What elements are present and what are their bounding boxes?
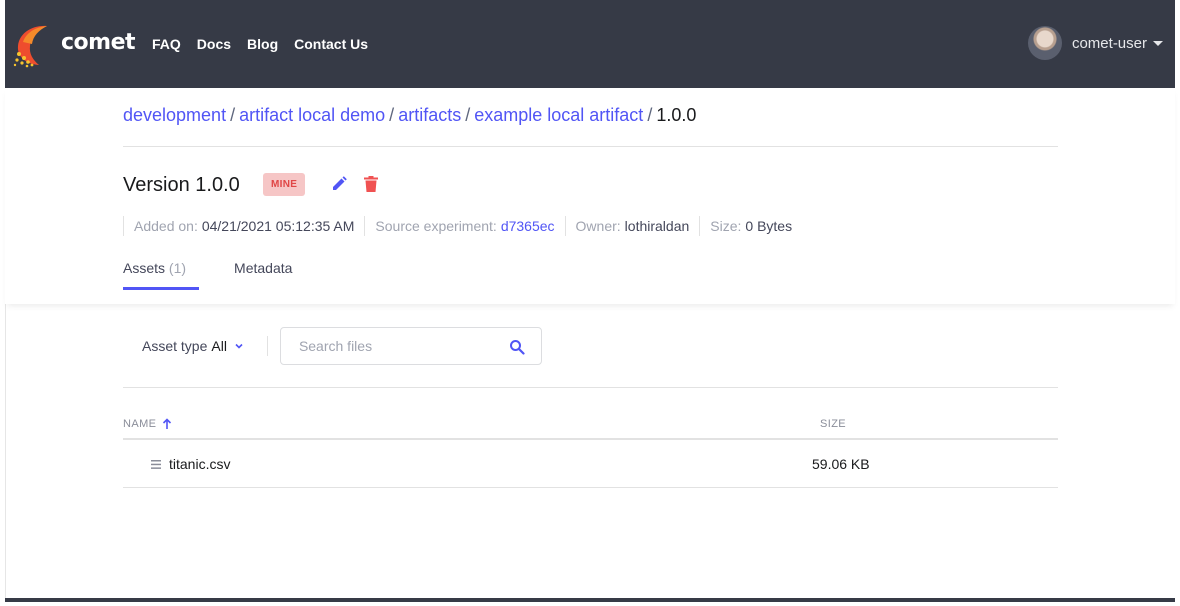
nav-link-blog[interactable]: Blog xyxy=(247,36,278,52)
artifact-meta: Added on: 04/21/2021 05:12:35 AM Source … xyxy=(123,216,802,236)
top-navbar: comet FAQ Docs Blog Contact Us comet-use… xyxy=(5,0,1175,88)
list-icon xyxy=(151,460,161,469)
caret-down-icon xyxy=(1153,40,1163,46)
nav-link-docs[interactable]: Docs xyxy=(197,36,231,52)
file-size: 59.06 KB xyxy=(812,456,870,472)
search-box xyxy=(279,327,542,365)
search-input[interactable] xyxy=(298,338,499,354)
meta-label: Source experiment: xyxy=(375,218,497,234)
asset-type-value: All xyxy=(211,338,227,354)
asset-filters: Asset type All xyxy=(118,327,542,365)
tab-assets[interactable]: Assets (1) xyxy=(123,260,200,290)
meta-value: 04/21/2021 05:12:35 AM xyxy=(201,218,355,234)
column-header-name[interactable]: NAME xyxy=(123,418,172,430)
user-menu[interactable]: comet-user xyxy=(1027,26,1163,60)
divider xyxy=(123,387,1058,388)
nav-link-faq[interactable]: FAQ xyxy=(152,36,181,52)
nav-link-contact[interactable]: Contact Us xyxy=(294,36,368,52)
mine-badge: MINE xyxy=(263,173,306,196)
avatar xyxy=(1027,26,1062,60)
artifact-header: development / artifact local demo / artifact… xyxy=(5,88,1175,304)
comet-logo-icon[interactable] xyxy=(13,22,53,68)
column-header-label: NAME xyxy=(123,418,157,430)
breadcrumb-project[interactable]: artifact local demo xyxy=(239,105,385,125)
user-name: comet-user xyxy=(1071,34,1147,52)
chevron-down-icon xyxy=(235,343,243,349)
breadcrumb-separator: / xyxy=(647,105,653,125)
arrow-up-icon xyxy=(163,418,172,429)
breadcrumb-separator: / xyxy=(230,105,236,125)
divider xyxy=(266,336,268,356)
bottom-bar xyxy=(5,598,1175,602)
tab-label: Metadata xyxy=(234,260,293,276)
file-name: titanic.csv xyxy=(169,456,231,472)
meta-label: Size: xyxy=(710,218,742,234)
brand-name[interactable]: comet xyxy=(61,30,136,55)
search-icon[interactable] xyxy=(509,339,525,355)
breadcrumb-workspace[interactable]: development xyxy=(123,105,226,125)
tab-label: Assets xyxy=(123,260,166,276)
breadcrumb-separator: / xyxy=(465,105,471,125)
breadcrumb-artifact[interactable]: example local artifact xyxy=(474,105,643,125)
asset-type-label: Asset type xyxy=(142,338,208,354)
breadcrumb-separator: / xyxy=(389,105,395,125)
asset-type-dropdown[interactable]: Asset type All xyxy=(118,327,267,365)
breadcrumb-current: 1.0.0 xyxy=(656,105,697,125)
trash-icon[interactable] xyxy=(364,176,378,192)
meta-owner: Owner: lothiraldan xyxy=(564,216,700,236)
table-header: NAME SIZE xyxy=(123,418,1058,440)
tab-count: (1) xyxy=(168,260,187,276)
column-header-size[interactable]: SIZE xyxy=(820,418,846,430)
meta-size: Size: 0 Bytes xyxy=(699,216,802,236)
tabs: Assets (1) Metadata xyxy=(123,260,340,290)
table-row[interactable]: titanic.csv 59.06 KB xyxy=(123,442,1058,488)
meta-label: Added on: xyxy=(134,218,198,234)
divider xyxy=(123,146,1058,147)
nav-links: FAQ Docs Blog Contact Us xyxy=(152,36,384,52)
page-title: Version 1.0.0 xyxy=(123,174,240,196)
meta-added: Added on: 04/21/2021 05:12:35 AM xyxy=(123,216,364,236)
meta-source: Source experiment: d7365ec xyxy=(364,216,564,236)
source-experiment-link[interactable]: d7365ec xyxy=(501,218,555,234)
meta-value: 0 Bytes xyxy=(745,218,793,234)
breadcrumb-artifacts[interactable]: artifacts xyxy=(398,105,461,125)
pencil-icon[interactable] xyxy=(331,176,347,192)
breadcrumb: development / artifact local demo / artifact… xyxy=(123,105,696,126)
meta-label: Owner: xyxy=(575,218,621,234)
meta-value: lothiraldan xyxy=(624,218,690,234)
tab-metadata[interactable]: Metadata xyxy=(234,260,292,290)
